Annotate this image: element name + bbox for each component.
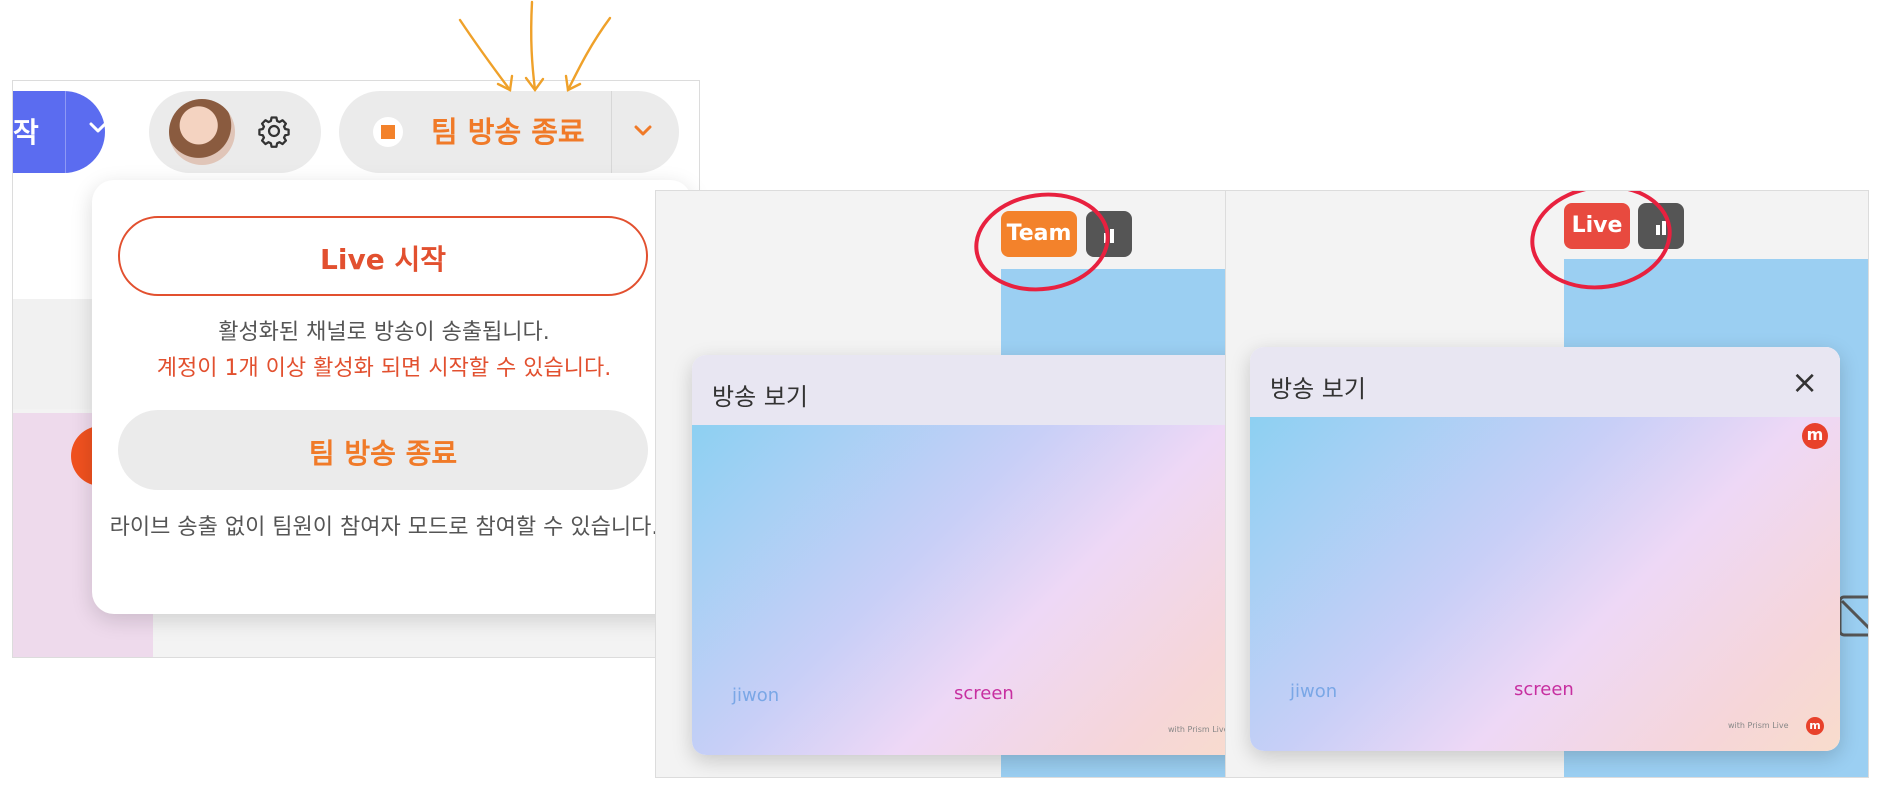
brand-logo-icon: m bbox=[1802, 423, 1828, 449]
team-end-label: 팀 방송 종료 bbox=[308, 437, 458, 470]
chevron-down-icon[interactable] bbox=[629, 117, 657, 145]
gear-icon[interactable] bbox=[257, 114, 291, 148]
team-end-description: 라이브 송출 없이 팀원이 참여자 모드로 참여할 수 있습니다. bbox=[109, 515, 659, 540]
close-icon[interactable]: × bbox=[1791, 363, 1818, 401]
arrows-annotation-icon bbox=[458, 0, 612, 93]
camera-off-icon bbox=[1838, 595, 1868, 637]
participant-label: jiwon bbox=[1290, 681, 1338, 702]
live-description: 활성화된 채널로 방송이 송출됩니다. bbox=[218, 320, 550, 345]
broadcast-viewer-window: 방송 보기 × m jiwon screen with Prism Live m bbox=[1250, 347, 1840, 751]
brand-logo-icon: m bbox=[1806, 717, 1824, 735]
screen-label: screen bbox=[1514, 679, 1574, 700]
participant-label: jiwon bbox=[732, 685, 780, 706]
watermark: with Prism Live bbox=[1168, 725, 1227, 734]
team-broadcast-panel: Team 방송 보기 jiwon screen with Prism Live bbox=[655, 190, 1227, 778]
stop-icon bbox=[381, 125, 395, 139]
live-broadcast-panel: Live 방송 보기 × m jiwon screen with Prism L… bbox=[1225, 190, 1869, 778]
start-broadcast-label: 작 bbox=[13, 116, 39, 149]
viewer-preview bbox=[1250, 417, 1840, 751]
chevron-down-icon[interactable] bbox=[83, 113, 113, 143]
watermark: with Prism Live bbox=[1728, 721, 1789, 730]
viewer-title: 방송 보기 bbox=[1270, 375, 1366, 403]
divider bbox=[65, 91, 66, 173]
divider bbox=[611, 91, 612, 173]
end-broadcast-label: 팀 방송 종료 bbox=[431, 115, 585, 149]
screen-label: screen bbox=[954, 683, 1014, 704]
live-start-label: Live 시작 bbox=[320, 243, 446, 276]
broadcast-viewer-window: 방송 보기 jiwon screen with Prism Live bbox=[692, 355, 1227, 755]
live-warning: 계정이 1개 이상 활성화 되면 시작할 수 있습니다. bbox=[156, 356, 612, 381]
avatar[interactable] bbox=[169, 99, 235, 165]
viewer-title: 방송 보기 bbox=[712, 383, 808, 411]
